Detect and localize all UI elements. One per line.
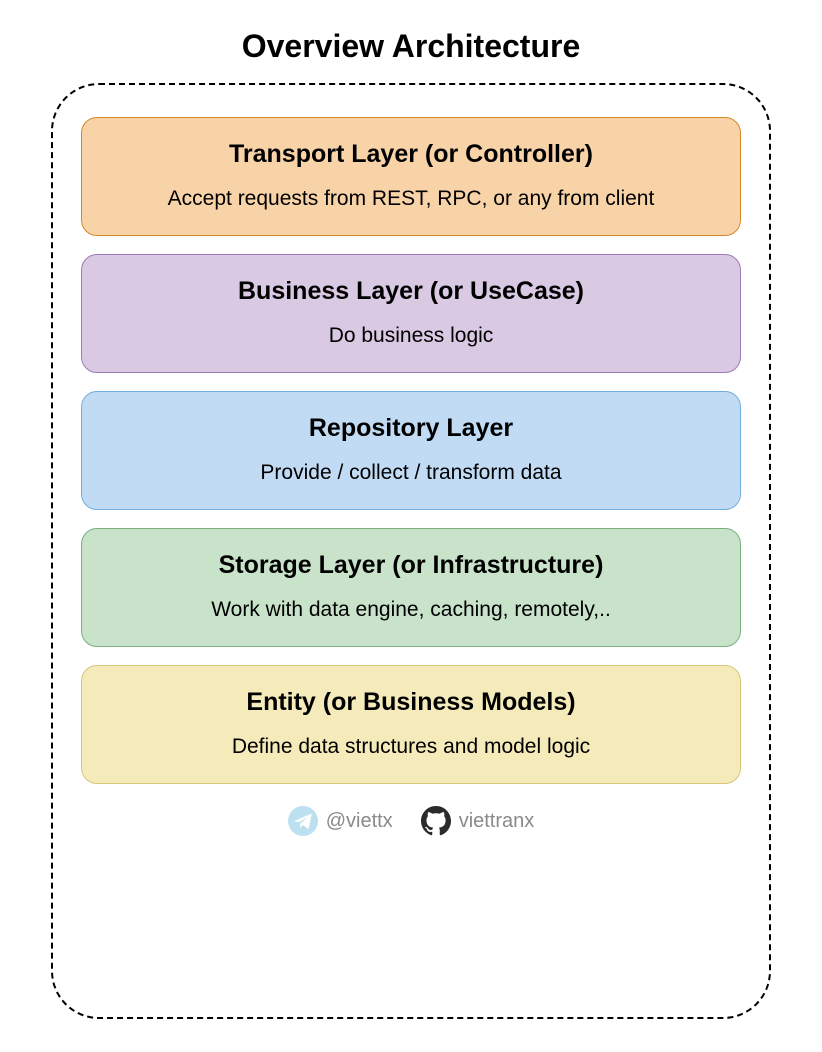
layer-description: Accept requests from REST, RPC, or any f… — [168, 187, 655, 211]
layer-title: Storage Layer (or Infrastructure) — [219, 551, 604, 580]
layer-description: Define data structures and model logic — [232, 735, 590, 759]
layer-title: Entity (or Business Models) — [246, 688, 575, 717]
layer-entity: Entity (or Business Models) Define data … — [81, 665, 741, 784]
layer-storage: Storage Layer (or Infrastructure) Work w… — [81, 528, 741, 647]
architecture-container: Transport Layer (or Controller) Accept r… — [51, 83, 771, 1019]
layer-description: Work with data engine, caching, remotely… — [211, 598, 611, 622]
github-handle: viettranx — [459, 810, 535, 833]
layer-description: Provide / collect / transform data — [260, 461, 561, 485]
telegram-link[interactable]: @viettx — [288, 806, 393, 836]
telegram-icon — [288, 806, 318, 836]
layer-title: Transport Layer (or Controller) — [229, 140, 593, 169]
layer-transport: Transport Layer (or Controller) Accept r… — [81, 117, 741, 236]
github-icon — [421, 806, 451, 836]
layer-description: Do business logic — [329, 324, 494, 348]
layer-title: Business Layer (or UseCase) — [238, 277, 584, 306]
layer-repository: Repository Layer Provide / collect / tra… — [81, 391, 741, 510]
diagram-title: Overview Architecture — [242, 28, 581, 65]
telegram-handle: @viettx — [326, 810, 393, 833]
layer-business: Business Layer (or UseCase) Do business … — [81, 254, 741, 373]
footer: @viettx viettranx — [81, 806, 741, 836]
github-link[interactable]: viettranx — [421, 806, 535, 836]
layer-title: Repository Layer — [309, 414, 513, 443]
